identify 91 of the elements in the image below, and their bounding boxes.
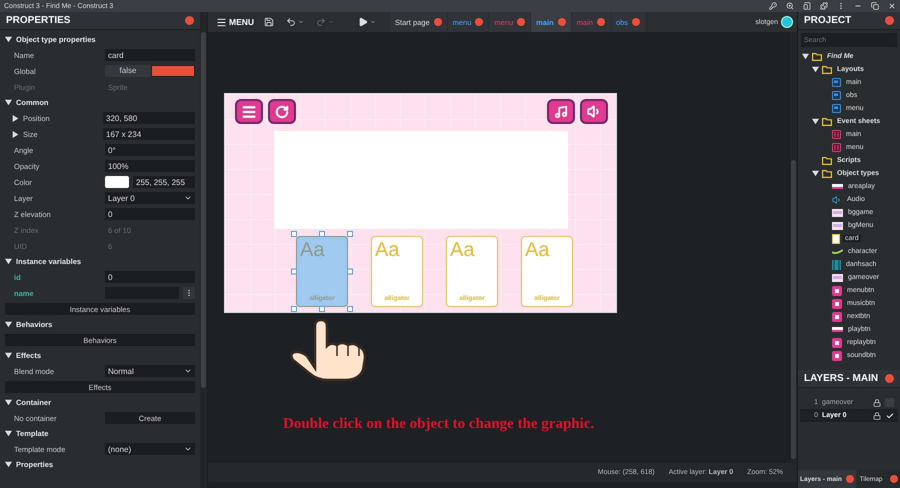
text-field[interactable]: card	[105, 49, 195, 61]
layout-icon	[832, 91, 841, 100]
tab-close-button[interactable]	[434, 18, 442, 26]
triangle-down-icon[interactable]	[5, 36, 12, 43]
check-icon	[886, 412, 894, 420]
text-field[interactable]: 100%	[105, 160, 195, 172]
caret-icon	[298, 19, 304, 25]
sprite-thumbnail-icon	[832, 327, 843, 332]
event-sheet-icon	[832, 143, 841, 152]
card-glyph: Aa	[450, 239, 474, 262]
text-field[interactable]: 167 x 234	[103, 128, 195, 140]
layout-icon	[832, 104, 841, 113]
tab-close-button[interactable]	[558, 18, 566, 26]
sprite-thumbnail-icon	[832, 274, 843, 282]
triangle-down-icon[interactable]	[802, 53, 809, 60]
tab-close-button[interactable]	[475, 18, 484, 26]
triangle-right-icon[interactable]	[12, 130, 19, 138]
layout-icon	[832, 78, 841, 87]
card-thumbnail-icon	[832, 234, 840, 244]
triangle-down-icon[interactable]	[5, 258, 12, 265]
panel-title: PROJECT	[804, 15, 852, 26]
triangle-down-icon[interactable]	[812, 170, 819, 177]
dropdown-field[interactable]: (none)	[105, 443, 195, 455]
card-glyph: Aa	[300, 239, 324, 262]
dropdown-field[interactable]: Layer 0	[105, 192, 195, 204]
dropdown-field[interactable]: Normal	[105, 365, 195, 377]
triangle-right-icon[interactable]	[12, 114, 19, 122]
avatar[interactable]	[781, 16, 793, 28]
panel-close-button[interactable]	[885, 374, 894, 383]
caret-icon	[370, 19, 376, 25]
triangle-down-icon[interactable]	[5, 99, 12, 106]
play-icon	[358, 17, 368, 27]
triangle-down-icon[interactable]	[5, 461, 12, 468]
tab-close-button[interactable]	[846, 475, 854, 483]
text-field[interactable]: 0	[105, 208, 195, 220]
save-icon	[264, 17, 274, 27]
panel-close-button[interactable]	[885, 16, 894, 25]
caret-icon	[328, 19, 334, 25]
triangle-down-icon[interactable]	[5, 430, 12, 437]
tab-close-button[interactable]	[632, 18, 640, 26]
folder-icon	[822, 118, 832, 126]
tab-close-button[interactable]	[596, 18, 605, 26]
sprite-thumbnail-icon	[832, 208, 843, 216]
toggle-switch[interactable]: false	[105, 65, 195, 77]
canvas-scrollbar[interactable]	[790, 32, 797, 463]
panel-close-button[interactable]	[185, 16, 194, 25]
panel-scrollbar[interactable]	[200, 12, 207, 488]
instruction-text: Double click on the object to change the graphic.	[283, 416, 594, 433]
panel-title: PROPERTIES	[6, 15, 70, 26]
replay-icon	[275, 104, 289, 118]
swoosh-icon	[832, 248, 843, 254]
triangle-down-icon[interactable]	[5, 399, 12, 406]
zoom-in-icon[interactable]	[786, 2, 794, 10]
speaker-icon	[832, 194, 842, 204]
menu-icon	[241, 104, 257, 120]
panel-title: LAYERS - MAIN	[804, 373, 878, 384]
triangle-down-icon[interactable]	[5, 321, 12, 328]
triangle-down-icon[interactable]	[812, 66, 819, 73]
tab-close-button[interactable]	[890, 475, 898, 483]
lock-icon[interactable]	[873, 398, 881, 406]
text-field[interactable]: 0°	[105, 144, 195, 156]
visibility-checkbox[interactable]	[885, 411, 894, 420]
caret-icon	[184, 445, 192, 453]
undo-icon	[286, 17, 296, 27]
color-swatch[interactable]	[105, 176, 129, 188]
caret-icon	[184, 194, 192, 202]
key-icon[interactable]	[769, 2, 777, 10]
text-field[interactable]: 0	[105, 271, 195, 283]
menu-icon	[216, 16, 227, 28]
card-glyph: Aa	[525, 239, 550, 262]
close-icon[interactable]	[888, 2, 896, 10]
sprite-thumbnail-icon	[832, 222, 843, 230]
text-field[interactable]: 320, 580	[103, 112, 195, 124]
event-sheet-icon	[832, 130, 841, 139]
puzzle-icon[interactable]	[820, 2, 828, 10]
restore-icon[interactable]	[871, 2, 879, 10]
card-glyph: Aa	[375, 239, 400, 262]
sprite-thumbnail-icon	[832, 184, 843, 189]
tab-close-button[interactable]	[517, 18, 526, 26]
speaker-icon	[586, 104, 602, 119]
triangle-down-icon[interactable]	[812, 118, 819, 125]
devices-icon[interactable]	[803, 2, 811, 10]
film-strip-icon	[832, 260, 841, 270]
redo-icon	[316, 17, 326, 27]
caret-icon	[184, 367, 192, 375]
triangle-down-icon[interactable]	[5, 352, 12, 359]
text-field[interactable]: 255, 255, 255	[133, 176, 195, 188]
lock-icon[interactable]	[873, 412, 881, 420]
music-note-icon	[554, 104, 568, 118]
more-button[interactable]	[183, 287, 195, 299]
menu-button[interactable]: MENU	[212, 16, 258, 28]
